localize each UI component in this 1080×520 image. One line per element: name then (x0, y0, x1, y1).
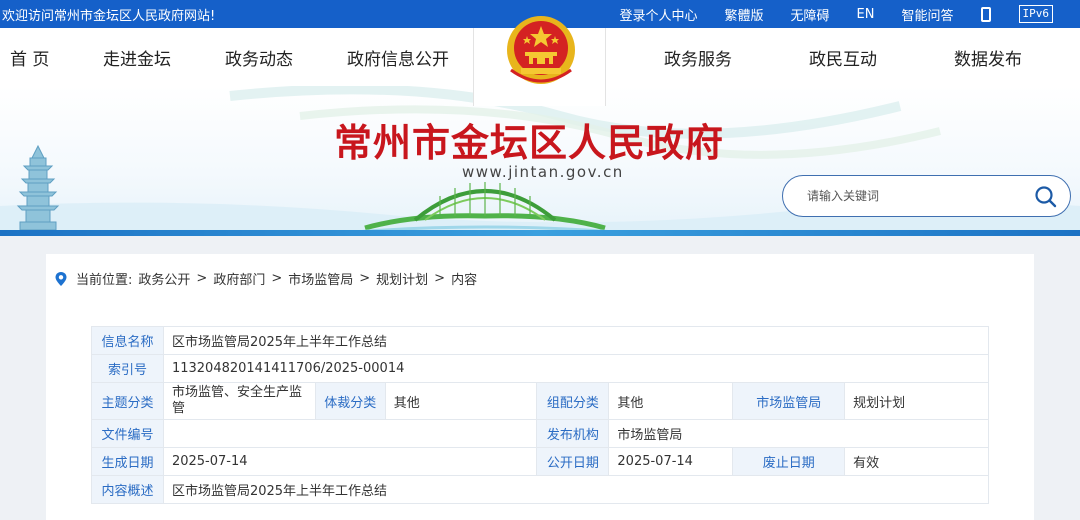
breadcrumb-label: 当前位置: (76, 273, 133, 288)
table-row: 主题分类 市场监管、安全生产监管 体裁分类 其他 组配分类 其他 市场监管局 规… (91, 382, 989, 420)
national-emblem-icon (507, 16, 575, 84)
info-title-label: 信息名称 (91, 326, 164, 355)
location-pin-icon (55, 271, 67, 286)
info-public-label: 公开日期 (536, 447, 610, 476)
breadcrumb-item-departments[interactable]: 政府部门 (213, 269, 265, 288)
breadcrumb: 当前位置: 政务公开 > 政府部门 > 市场监管局 > 规划计划 > 内容 (54, 269, 477, 288)
breadcrumb-item-planning[interactable]: 规划计划 (376, 269, 428, 288)
breadcrumb-separator: > (359, 271, 371, 286)
info-assoc-value: 其他 (608, 382, 734, 420)
info-title-value: 区市场监管局2025年上半年工作总结 (162, 326, 990, 355)
table-row: 信息名称 区市场监管局2025年上半年工作总结 (91, 326, 990, 355)
nav-item-data-release[interactable]: 数据发布 (954, 45, 1022, 70)
info-topic-value: 市场监管、安全生产监管 (162, 382, 316, 420)
info-expire-label: 废止日期 (732, 447, 846, 476)
info-docno-label: 文件编号 (91, 419, 164, 448)
accessibility-link[interactable]: 无障碍 (791, 5, 830, 24)
info-created-label: 生成日期 (91, 447, 164, 476)
info-genre-label: 体裁分类 (314, 382, 386, 420)
login-link[interactable]: 登录个人中心 (619, 5, 697, 24)
info-dept-label: 市场监管局 (732, 382, 846, 420)
info-publisher-value: 市场监管局 (608, 419, 989, 448)
breadcrumb-separator: > (196, 271, 208, 286)
info-dept-value: 规划计划 (844, 382, 989, 420)
info-publisher-label: 发布机构 (536, 419, 610, 448)
mobile-phone-icon[interactable] (980, 6, 991, 22)
nav-item-home[interactable]: 首 页 (10, 45, 49, 70)
info-genre-value: 其他 (384, 382, 538, 420)
info-index-label: 索引号 (91, 354, 164, 383)
info-index-value: 113204820141411706/2025-00014 (162, 354, 990, 383)
welcome-text: 欢迎访问常州市金坛区人民政府网站! (2, 9, 216, 24)
nav-item-info-disclosure[interactable]: 政府信息公开 (347, 45, 449, 70)
nav-item-about-jintan[interactable]: 走进金坛 (103, 45, 171, 70)
breadcrumb-item-gov-affairs[interactable]: 政务公开 (138, 269, 190, 288)
emblem-tab (473, 16, 606, 106)
info-summary-label: 内容概述 (91, 475, 164, 504)
info-topic-label: 主题分类 (91, 382, 164, 420)
nav-item-gov-services[interactable]: 政务服务 (664, 45, 732, 70)
english-link[interactable]: EN (857, 7, 875, 22)
breadcrumb-separator: > (271, 271, 283, 286)
table-row: 内容概述 区市场监管局2025年上半年工作总结 (91, 475, 990, 504)
nav-item-gov-news[interactable]: 政务动态 (225, 45, 293, 70)
content-panel: 当前位置: 政务公开 > 政府部门 > 市场监管局 > 规划计划 > 内容 信息… (46, 254, 1034, 520)
info-docno-value (162, 419, 538, 448)
site-domain: www.jintan.gov.cn (462, 163, 624, 181)
search-box (782, 175, 1071, 217)
info-assoc-label: 组配分类 (536, 382, 610, 420)
nav-item-interaction[interactable]: 政民互动 (809, 45, 877, 70)
ipv6-badge: IPv6 (1018, 5, 1053, 23)
bridge-icon (355, 182, 615, 232)
info-created-value: 2025-07-14 (162, 447, 538, 476)
table-row: 生成日期 2025-07-14 公开日期 2025-07-14 废止日期 有效 (91, 447, 989, 476)
info-public-value: 2025-07-14 (608, 447, 734, 476)
site-title: 常州市金坛区人民政府 (334, 120, 725, 165)
info-expire-value: 有效 (844, 447, 989, 476)
table-row: 索引号 113204820141411706/2025-00014 (91, 354, 990, 383)
breadcrumb-item-content: 内容 (451, 273, 478, 288)
info-summary-value: 区市场监管局2025年上半年工作总结 (162, 475, 990, 504)
breadcrumb-separator: > (434, 271, 446, 286)
banner-divider (0, 230, 1080, 236)
info-table: 信息名称 区市场监管局2025年上半年工作总结 索引号 113204820141… (91, 326, 990, 504)
top-links: 登录个人中心 繁體版 无障碍 EN 智能问答 IPv6 (619, 0, 1080, 28)
pagoda-icon (16, 144, 60, 231)
table-row: 文件编号 发布机构 市场监管局 (91, 419, 989, 448)
search-input[interactable] (807, 186, 1027, 206)
smart-qa-link[interactable]: 智能问答 (901, 5, 953, 24)
search-icon[interactable] (1034, 185, 1058, 209)
breadcrumb-item-market-bureau[interactable]: 市场监管局 (288, 269, 353, 288)
traditional-chinese-link[interactable]: 繁體版 (725, 5, 764, 24)
